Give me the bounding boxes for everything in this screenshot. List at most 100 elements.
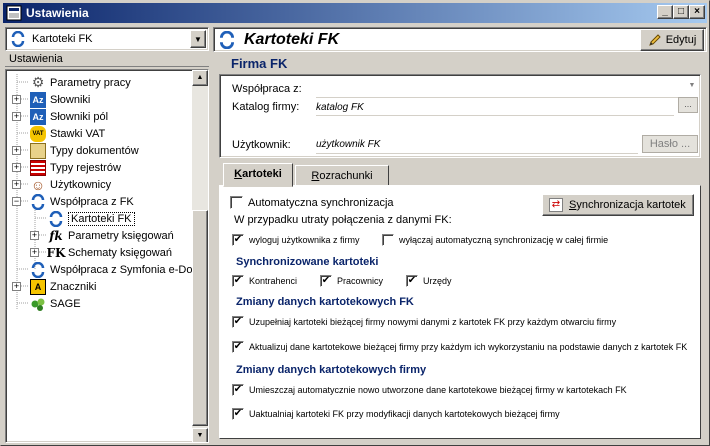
right-pane: Kartoteki FK Edytuj Firma FK Współpraca … — [213, 27, 707, 443]
checkbox-label: Uzupełniaj kartoteki bieżącej firmy nowy… — [249, 317, 617, 327]
tab-kartoteki[interactable]: Kartoteki — [223, 163, 293, 187]
sync-refresh-icon: ⇄ — [549, 198, 563, 212]
expand-icon[interactable]: + — [12, 95, 21, 104]
edit-button[interactable]: Edytuj — [640, 29, 704, 51]
tree-item-label: Typy rejestrów — [50, 161, 121, 174]
tree-item-schematy-ksiegowan[interactable]: FK Schematy księgowań — [46, 244, 172, 261]
expand-icon[interactable]: + — [12, 163, 21, 172]
disable-auto-sync-checkbox[interactable]: wyłączaj automatyczną synchronizację w c… — [382, 234, 608, 246]
tree-item-wspolpraca-fk[interactable]: Współpraca z FK — [30, 193, 134, 210]
tree-item-slowniki-pol[interactable]: Az Słowniki pól — [30, 108, 108, 125]
checkbox-box[interactable] — [230, 196, 243, 209]
fill-checkbox[interactable]: ✔ Uzupełniaj kartoteki bieżącej firmy no… — [232, 316, 616, 328]
browse-button[interactable]: ... — [678, 97, 698, 113]
tab-rozrachunki[interactable]: Rozrachunki — [295, 165, 389, 187]
maximize-button[interactable]: □ — [673, 5, 689, 19]
tree-item-sage[interactable]: SAGE — [30, 295, 81, 312]
logout-checkbox[interactable]: ✔ wyloguj użytkownika z firmy — [232, 234, 360, 246]
scroll-down-icon[interactable]: ▼ — [192, 428, 208, 442]
tree-item-parametry-pracy[interactable]: ⚙ Parametry pracy — [30, 74, 131, 91]
catalog-label: Katalog firmy: — [232, 101, 300, 113]
folder-icon — [30, 142, 46, 159]
dictionary-icon: Az — [30, 91, 46, 108]
update-checkbox[interactable]: ✔ Aktualizuj dane kartotekowe bieżącej f… — [232, 341, 687, 353]
tree-item-label: Słowniki — [50, 93, 91, 106]
tree-item-stawki-vat[interactable]: VAT Stawki VAT — [30, 125, 105, 142]
tree-item-znaczniki[interactable]: A Znaczniki — [30, 278, 96, 295]
content-header: Kartoteki FK Edytuj — [213, 27, 707, 52]
checkbox-box[interactable] — [382, 234, 394, 246]
tree-item-label: Znaczniki — [50, 280, 97, 293]
fk-icon: FK — [46, 245, 66, 260]
checkbox-label: Uaktualniaj kartoteki FK przy modyfikacj… — [249, 409, 560, 419]
scroll-up-icon[interactable]: ▲ — [192, 70, 208, 86]
checkbox-label: wyloguj użytkownika z firmy — [249, 235, 360, 245]
section-title-firma: Firma FK — [231, 56, 288, 71]
sage-icon — [31, 298, 45, 311]
settings-tree[interactable]: ⚙ Parametry pracy + Az Słowniki + Az Sło… — [5, 69, 209, 443]
checkbox-box[interactable]: ✔ — [232, 341, 244, 353]
expand-icon[interactable]: + — [30, 248, 39, 257]
coop-label: Współpraca z: — [232, 83, 302, 95]
tree-item-parametry-ksiegowan[interactable]: fk Parametry księgowań — [48, 227, 174, 244]
close-button[interactable]: × — [689, 5, 705, 19]
checkbox-box[interactable]: ✔ — [406, 275, 418, 287]
dictionary-icon: Az — [30, 108, 46, 125]
close-icon: × — [694, 6, 700, 17]
place-checkbox[interactable]: ✔ Umieszczaj automatycznie nowo utworzon… — [232, 384, 627, 396]
expand-icon[interactable]: + — [12, 282, 21, 291]
password-button[interactable]: Hasło ... — [642, 135, 698, 153]
tree-item-label: Kartoteki FK — [68, 211, 135, 226]
tree-item-wspolpraca-symfonia[interactable]: Współpraca z Symfonia e-Do — [30, 261, 192, 278]
fk-icon: fk — [49, 228, 63, 243]
checkbox-box[interactable]: ✔ — [232, 384, 244, 396]
tree-item-typy-rejestrow[interactable]: Typy rejestrów — [30, 159, 121, 176]
module-select[interactable]: Kartoteki FK ▼ — [5, 27, 209, 51]
title-bar[interactable]: Ustawienia _ □ × — [3, 3, 707, 23]
auto-sync-checkbox[interactable]: Automatyczna synchronizacja — [230, 196, 394, 209]
tree-item-uzytkownicy[interactable]: ☺ Użytkownicy — [30, 176, 111, 193]
kontrahenci-checkbox[interactable]: ✔ Kontrahenci — [232, 275, 297, 287]
tree-scrollbar[interactable]: ▲ ▼ — [192, 70, 208, 442]
lost-connection-text: W przypadku utraty połączenia z danymi F… — [234, 214, 452, 226]
sync-button[interactable]: ⇄ Synchronizacja kartotek — [542, 194, 694, 216]
urzedy-checkbox[interactable]: ✔ Urzędy — [406, 275, 452, 287]
collapse-icon[interactable]: − — [12, 197, 21, 206]
edit-button-label: Edytuj — [665, 34, 697, 46]
chevron-down-icon[interactable]: ▼ — [686, 79, 698, 93]
scroll-thumb[interactable] — [192, 210, 208, 426]
users-icon: ☺ — [30, 176, 46, 193]
checkbox-box[interactable]: ✔ — [232, 408, 244, 420]
checkbox-label: Aktualizuj dane kartotekowe bieżącej fir… — [249, 342, 688, 352]
left-pane: Kartoteki FK ▼ Ustawienia ⚙ Parametry pr… — [5, 27, 209, 443]
pracownicy-checkbox[interactable]: ✔ Pracownicy — [320, 275, 383, 287]
minimize-button[interactable]: _ — [657, 5, 673, 19]
sync-icon — [11, 31, 25, 47]
tree-item-typy-dokumentow[interactable]: Typy dokumentów — [30, 142, 139, 159]
app-icon — [6, 5, 22, 21]
checkbox-box[interactable]: ✔ — [232, 234, 244, 246]
tree-item-kartoteki-fk[interactable]: Kartoteki FK — [48, 210, 135, 227]
maximize-icon: □ — [677, 6, 685, 17]
section-title-sync: Synchronizowane kartoteki — [236, 256, 379, 268]
tab-panel-kartoteki: Automatyczna synchronizacja ⇄ Synchroniz… — [219, 185, 701, 439]
expand-icon[interactable]: + — [30, 231, 39, 240]
tab-accel: K — [234, 168, 243, 180]
checkbox-box[interactable]: ✔ — [232, 316, 244, 328]
chevron-down-icon[interactable]: ▼ — [190, 30, 206, 48]
sync-icon — [49, 210, 63, 227]
checkbox-box[interactable]: ✔ — [232, 275, 244, 287]
user-field[interactable]: użytkownik FK — [316, 139, 380, 150]
vat-icon: VAT — [30, 125, 46, 142]
section-title-changes-firm: Zmiany danych kartotekowych firmy — [236, 364, 427, 376]
tree-item-label: Współpraca z FK — [50, 195, 134, 208]
catalog-field[interactable]: katalog FK — [316, 102, 364, 113]
expand-icon[interactable]: + — [12, 146, 21, 155]
checkbox-box[interactable]: ✔ — [320, 275, 332, 287]
expand-icon[interactable]: + — [12, 180, 21, 189]
sync-button-accel: S — [569, 199, 577, 211]
expand-icon[interactable]: + — [12, 112, 21, 121]
tree-item-slowniki[interactable]: Az Słowniki — [30, 91, 90, 108]
checkbox-label: Automatyczna synchronizacja — [248, 196, 394, 209]
refresh-checkbox[interactable]: ✔ Uaktualniaj kartoteki FK przy modyfika… — [232, 408, 560, 420]
